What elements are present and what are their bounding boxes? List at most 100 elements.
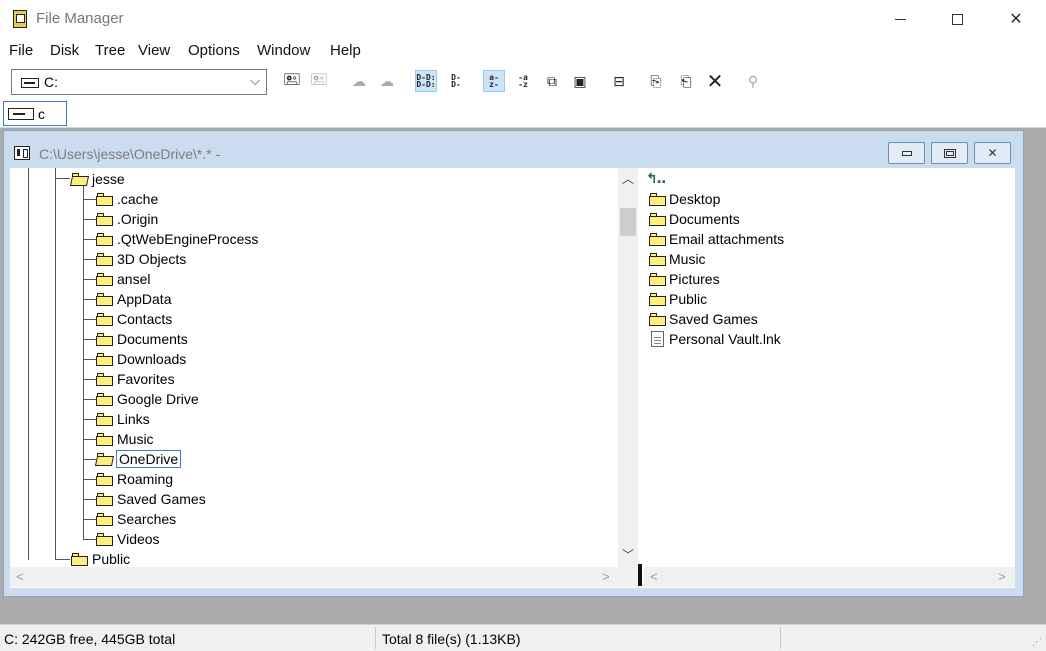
sort-by-size-button[interactable]: ⧉ [541, 70, 563, 92]
tree-item-label: ansel [117, 271, 151, 287]
share-as-button[interactable]: ☁ [348, 70, 370, 92]
menu-file[interactable]: File [9, 42, 33, 59]
maximize-button[interactable] [939, 6, 975, 32]
scroll-down-icon[interactable]: ﹀ [622, 546, 634, 563]
toolbar: C: ⌵ 🖭 🖭 ☁ ☁ D-D: D-D: D- D- a- z- -a -z… [0, 64, 1046, 100]
resize-grip-icon[interactable]: ⋰ [1032, 637, 1042, 648]
share-icon: ☁ [352, 72, 366, 89]
tree-vertical-scrollbar[interactable]: ︿ ﹀ [618, 168, 638, 567]
scroll-left-icon[interactable]: < [16, 569, 24, 584]
window-title: File Manager [36, 10, 124, 27]
folder-icon [96, 512, 114, 526]
sort-name-icon: a- z- [489, 73, 499, 89]
drive-select[interactable]: C: ⌵ [11, 69, 267, 95]
file-list-item[interactable]: Personal Vault.lnk [649, 329, 781, 349]
tree-item--origin[interactable]: .Origin [96, 209, 159, 229]
tree-item-searches[interactable]: Searches [96, 509, 177, 529]
files-horizontal-scrollbar[interactable]: < > [644, 567, 1015, 587]
menu-options[interactable]: Options [188, 42, 240, 59]
delete-button[interactable]: ✕ [704, 70, 726, 93]
folder-icon [649, 292, 667, 306]
tree-item-documents[interactable]: Documents [96, 329, 189, 349]
drive-c-button[interactable]: c [3, 101, 67, 126]
folder-icon [649, 272, 667, 286]
close-button[interactable]: ✕ [998, 6, 1034, 32]
menu-disk[interactable]: Disk [50, 42, 79, 59]
tree-item-links[interactable]: Links [96, 409, 151, 429]
file-list-item[interactable]: Public [649, 289, 707, 309]
new-window-button[interactable]: ⊟ [608, 70, 630, 92]
tree-item-downloads[interactable]: Downloads [96, 349, 187, 369]
child-maximize-button[interactable] [931, 142, 968, 164]
menu-help[interactable]: Help [330, 42, 361, 59]
tree-horizontal-scrollbar[interactable]: < > [10, 567, 638, 587]
scroll-left-icon[interactable]: < [650, 569, 658, 584]
open-folder-icon [69, 172, 90, 186]
tree-connector [83, 299, 96, 300]
tree-connector [83, 539, 96, 540]
drive-icon [21, 78, 39, 88]
tree-item-saved-games[interactable]: Saved Games [96, 489, 207, 509]
view-details-button[interactable]: D- D- [445, 70, 467, 92]
minimize-button[interactable] [882, 6, 918, 32]
folder-icon [649, 212, 667, 226]
tree-item-label: Links [117, 411, 150, 427]
child-close-button[interactable]: ✕ [974, 142, 1011, 164]
scroll-right-icon[interactable]: > [602, 569, 610, 584]
tree-connector [83, 279, 96, 280]
tree-connector [83, 259, 96, 260]
parent-directory-icon[interactable]: ↰‥ [646, 170, 666, 187]
paste-button[interactable]: ⎗ [675, 70, 697, 92]
folder-icon [96, 352, 114, 366]
file-list-item[interactable]: Music [649, 249, 706, 269]
tree-item-3d-objects[interactable]: 3D Objects [96, 249, 187, 269]
scroll-up-icon[interactable]: ︿ [622, 170, 634, 187]
stop-sharing-button[interactable]: ☁ [376, 70, 398, 92]
tree-item-ansel[interactable]: ansel [96, 269, 151, 289]
tree-item-videos[interactable]: Videos [96, 529, 161, 549]
menu-tree[interactable]: Tree [95, 42, 125, 59]
file-item-label: Desktop [669, 191, 721, 207]
tree-item-appdata[interactable]: AppData [96, 289, 172, 309]
file-list-item[interactable]: Saved Games [649, 309, 758, 329]
tree-item-roaming[interactable]: Roaming [96, 469, 174, 489]
tree-item-public[interactable]: Public [71, 549, 131, 569]
tree-item-jesse[interactable]: jesse [69, 169, 126, 189]
menu-window[interactable]: Window [257, 42, 310, 59]
copy-button[interactable]: ⎘ [645, 70, 667, 92]
sort-by-type-button[interactable]: -a -z [512, 70, 534, 92]
properties-button[interactable]: ⚲ [742, 70, 764, 92]
directory-tree[interactable]: jesse .cache .Origin .QtWebEngineProcess 3D … [10, 168, 638, 588]
scroll-right-icon[interactable]: > [998, 569, 1006, 584]
tree-item-onedrive[interactable]: OneDrive [94, 449, 182, 469]
chevron-down-icon: ⌵ [250, 73, 260, 88]
view-name-button[interactable]: D-D: D-D: [415, 70, 437, 92]
tree-scroll-thumb[interactable] [620, 208, 636, 236]
close-icon: ✕ [987, 146, 998, 160]
tree-item--cache[interactable]: .cache [96, 189, 159, 209]
sort-size-icon: ⧉ [547, 72, 557, 89]
disconnect-network-drive-button[interactable]: 🖭 [308, 70, 330, 92]
folder-icon [96, 232, 114, 246]
status-bar: C: 242GB free, 445GB total Total 8 file(… [0, 624, 1046, 651]
sort-by-date-button[interactable]: ▣ [569, 70, 591, 92]
connect-network-drive-button[interactable]: 🖭 [281, 70, 303, 92]
menu-view[interactable]: View [138, 42, 170, 59]
tree-item-music[interactable]: Music [96, 429, 155, 449]
folder-icon [96, 492, 114, 506]
directory-window-title: C:\Users\jesse\OneDrive\*.* - [39, 146, 221, 162]
file-list-item[interactable]: Documents [649, 209, 740, 229]
file-list-item[interactable]: Email attachments [649, 229, 784, 249]
tree-item--qtwebengineprocess[interactable]: .QtWebEngineProcess [96, 229, 259, 249]
tree-item-favorites[interactable]: Favorites [96, 369, 176, 389]
file-list-item[interactable]: Pictures [649, 269, 720, 289]
file-list-item[interactable]: Desktop [649, 189, 720, 209]
network-drive-icon: 🖭 [283, 71, 301, 87]
sort-by-name-button[interactable]: a- z- [483, 70, 505, 92]
file-list[interactable]: Desktop Documents Email attachments Music Pi… [644, 168, 1015, 588]
tree-item-contacts[interactable]: Contacts [96, 309, 173, 329]
tree-item-google-drive[interactable]: Google Drive [96, 389, 200, 409]
tree-connector [83, 419, 96, 420]
child-minimize-button[interactable] [888, 142, 925, 164]
minimize-icon [901, 150, 912, 156]
